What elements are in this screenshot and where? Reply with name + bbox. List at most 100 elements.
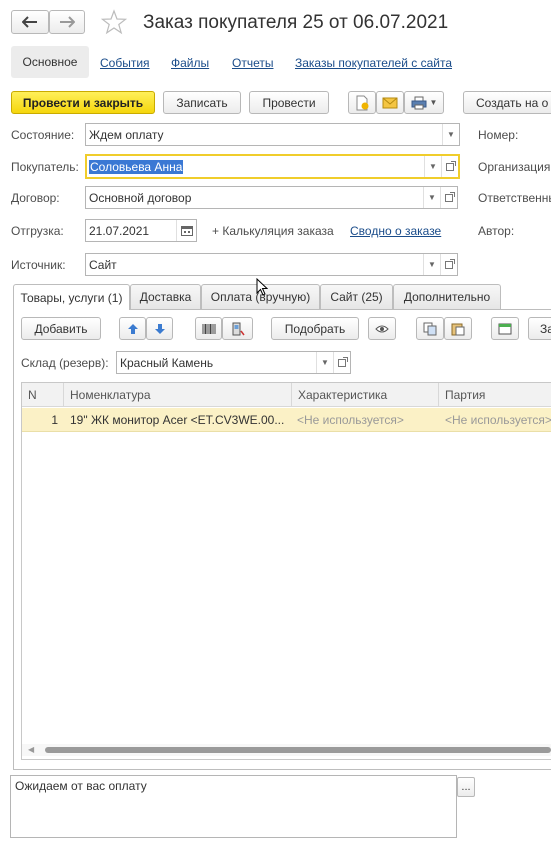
order-calculation-toggle[interactable]: + Калькуляция заказа: [212, 224, 334, 238]
author-label: Автор:: [478, 224, 515, 238]
scroll-left-icon[interactable]: ◀: [28, 745, 34, 754]
tab-goods-label: Товары, услуги (1): [20, 290, 123, 305]
comment-text: Ожидаем от вас оплату: [15, 779, 147, 793]
nav-tab-site-orders[interactable]: Заказы покупателей с сайта: [295, 56, 452, 70]
row-item[interactable]: 19" ЖК монитор Acer <ET.CV3WE.00...: [70, 408, 290, 432]
view-button[interactable]: [368, 317, 396, 340]
goods-table: [21, 382, 551, 760]
buyer-value: Соловьева Анна: [89, 159, 184, 174]
row-characteristic[interactable]: <Не используется>: [297, 408, 437, 432]
tab-goods[interactable]: Товары, услуги (1): [13, 284, 130, 310]
nav-tab-files[interactable]: Файлы: [171, 56, 209, 70]
warehouse-label: Склад (резерв):: [21, 356, 109, 370]
move-up-button[interactable]: [119, 317, 146, 340]
organization-label: Организация: [478, 160, 551, 174]
source-value: Сайт: [89, 257, 117, 272]
chevron-down-icon: ▼: [429, 98, 438, 107]
open-icon[interactable]: [440, 187, 457, 208]
envelope-icon: [382, 97, 398, 108]
tab-site[interactable]: Сайт (25): [320, 284, 393, 309]
row-batch[interactable]: <Не используется>: [445, 408, 551, 432]
back-button[interactable]: [11, 10, 49, 34]
favorite-star-icon[interactable]: [100, 9, 128, 38]
paste-icon: [451, 323, 465, 335]
page-title: Заказ покупателя 25 от 06.07.2021: [143, 12, 449, 33]
eye-icon: [375, 325, 389, 332]
move-down-button[interactable]: [146, 317, 173, 340]
scrollbar-thumb[interactable]: [45, 747, 551, 753]
calendar-icon[interactable]: [176, 220, 196, 241]
column-header-characteristic[interactable]: Характеристика: [292, 383, 439, 407]
more-button[interactable]: За: [528, 317, 551, 340]
buyer-label: Покупатель:: [11, 160, 79, 174]
post-and-close-button[interactable]: Провести и закрыть: [11, 91, 155, 114]
copy-icon: [423, 322, 437, 335]
arrow-down-icon: [154, 323, 165, 334]
mouse-cursor-icon: [256, 277, 269, 299]
warehouse-field[interactable]: Красный Камень ▼: [116, 351, 351, 374]
save-button[interactable]: Записать: [163, 91, 241, 114]
contract-label: Договор:: [11, 191, 60, 205]
contract-field[interactable]: Основной договор ▼: [85, 186, 458, 209]
add-button[interactable]: Добавить: [21, 317, 101, 340]
document-button[interactable]: [348, 91, 376, 114]
arrow-right-icon: [60, 16, 75, 28]
nav-tab-main-label: Основное: [22, 55, 78, 69]
tab-additional-label: Дополнительно: [403, 290, 491, 304]
paste-button[interactable]: [444, 317, 472, 340]
pick-button[interactable]: Подобрать: [271, 317, 359, 340]
shipment-date-field[interactable]: 21.07.2021: [85, 219, 197, 242]
column-header-batch[interactable]: Партия: [439, 383, 551, 407]
forward-button[interactable]: [49, 10, 85, 34]
open-icon[interactable]: [333, 352, 350, 373]
buyer-field[interactable]: Соловьева Анна ▼: [85, 154, 460, 179]
shipment-date-value: 21.07.2021: [89, 223, 150, 238]
nav-tab-events[interactable]: События: [100, 56, 150, 70]
email-button[interactable]: [376, 91, 404, 114]
scanner-icon: [232, 322, 245, 335]
post-button[interactable]: Провести: [249, 91, 329, 114]
form-settings-button[interactable]: [491, 317, 519, 340]
table-settings-icon: [498, 323, 512, 334]
chevron-down-icon[interactable]: ▼: [423, 187, 440, 208]
state-value: Ждем оплату: [89, 127, 164, 142]
barcode-icon: [202, 323, 215, 334]
shipment-label: Отгрузка:: [11, 224, 64, 238]
responsible-label: Ответственны: [478, 191, 551, 205]
chevron-down-icon[interactable]: ▼: [423, 254, 440, 275]
contract-value: Основной договор: [89, 190, 192, 205]
open-icon[interactable]: [440, 254, 457, 275]
state-select[interactable]: Ждем оплату ▼: [85, 123, 460, 146]
source-field[interactable]: Сайт ▼: [85, 253, 458, 276]
order-summary-link[interactable]: Сводно о заказе: [350, 224, 441, 238]
comment-expand-button[interactable]: ...: [457, 777, 475, 797]
arrow-up-icon: [127, 323, 138, 334]
arrow-left-icon: [22, 16, 37, 28]
nav-tab-reports[interactable]: Отчеты: [232, 56, 273, 70]
copy-button[interactable]: [416, 317, 444, 340]
column-header-item[interactable]: Номенклатура: [64, 383, 292, 407]
tab-site-label: Сайт (25): [330, 290, 383, 304]
column-header-n[interactable]: N: [22, 383, 64, 407]
data-collection-button[interactable]: [222, 317, 253, 340]
source-label: Источник:: [11, 258, 66, 272]
comment-field[interactable]: Ожидаем от вас оплату: [10, 775, 457, 838]
barcode-button[interactable]: [195, 317, 222, 340]
chevron-down-icon[interactable]: ▼: [316, 352, 333, 373]
open-icon[interactable]: [441, 156, 458, 177]
tab-delivery[interactable]: Доставка: [130, 284, 201, 309]
create-based-on-button[interactable]: Создать на о: [463, 91, 551, 114]
tab-delivery-label: Доставка: [139, 290, 192, 304]
chevron-down-icon[interactable]: ▼: [424, 156, 441, 177]
document-icon: [356, 95, 369, 110]
warehouse-value: Красный Камень: [120, 355, 214, 370]
nav-tab-main[interactable]: Основное: [11, 46, 89, 78]
number-label: Номер:: [478, 128, 519, 142]
tab-additional[interactable]: Дополнительно: [393, 284, 501, 309]
chevron-down-icon[interactable]: ▼: [442, 124, 459, 145]
print-button[interactable]: ▼: [404, 91, 444, 114]
state-label: Состояние:: [11, 128, 75, 142]
printer-icon: [411, 96, 427, 109]
row-number: 1: [51, 413, 58, 427]
horizontal-scrollbar[interactable]: ◀: [22, 744, 551, 756]
